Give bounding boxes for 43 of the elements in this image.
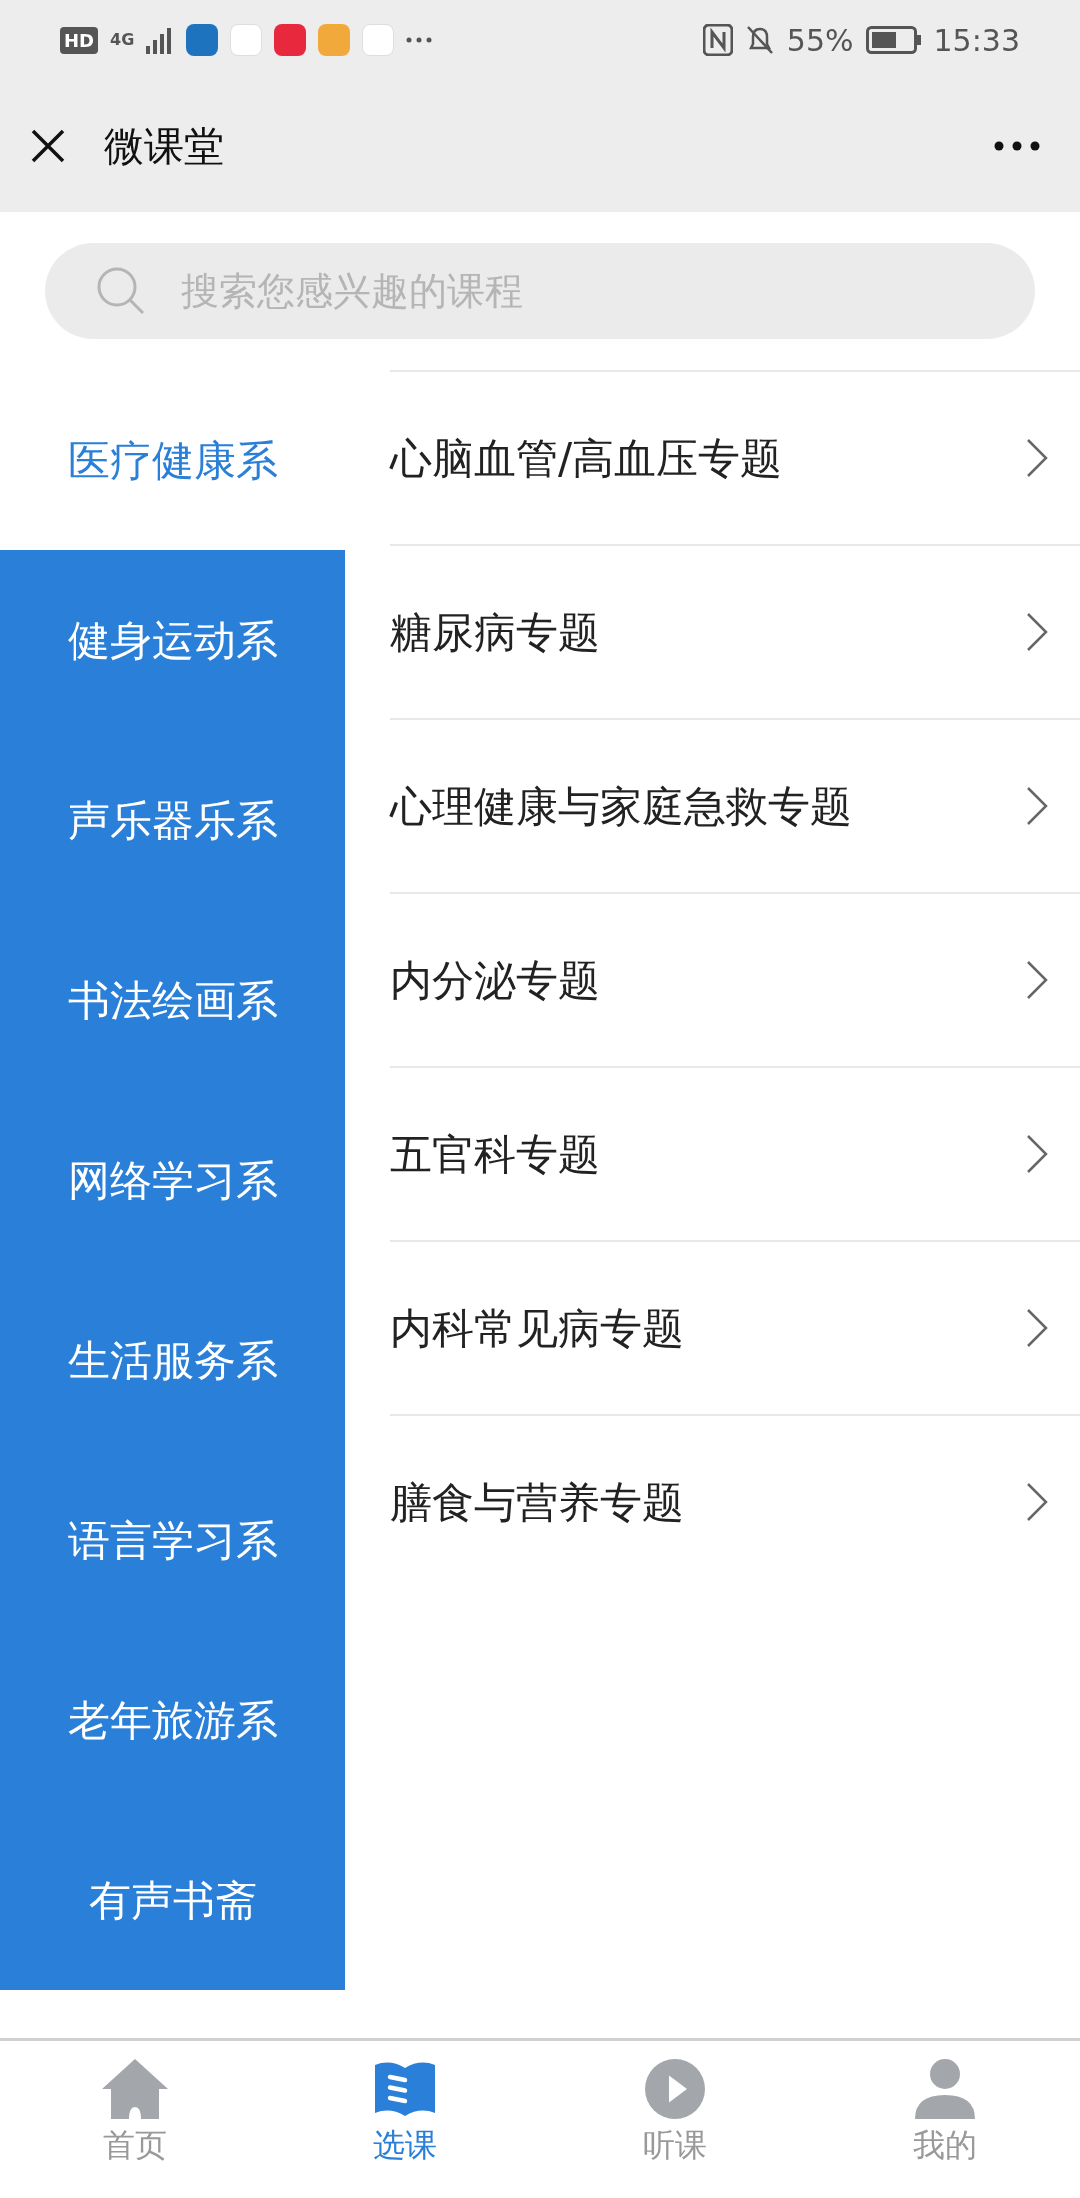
chevron-right-icon bbox=[1026, 1482, 1048, 1522]
chevron-right-icon bbox=[1026, 1134, 1048, 1174]
app-icon bbox=[318, 24, 351, 56]
network-label: 4G bbox=[110, 29, 135, 51]
page-title: 微课堂 bbox=[104, 122, 224, 171]
clock: 15:33 bbox=[933, 21, 1020, 60]
close-icon[interactable] bbox=[30, 128, 66, 164]
chevron-right-icon bbox=[1026, 960, 1048, 1000]
bell-off-icon bbox=[744, 24, 775, 56]
chevron-right-icon bbox=[1026, 612, 1048, 652]
topic-item[interactable]: 膳食与营养专题 bbox=[390, 1414, 1080, 1588]
more-icon bbox=[406, 37, 433, 43]
topic-item[interactable]: 心理健康与家庭急救专题 bbox=[390, 718, 1080, 892]
app-icon bbox=[186, 24, 219, 56]
category-item[interactable]: 语言学习系 bbox=[0, 1450, 345, 1630]
app-icon bbox=[230, 24, 263, 56]
category-item[interactable]: 生活服务系 bbox=[0, 1270, 345, 1450]
tab-bar-item[interactable]: 选课 bbox=[270, 2053, 540, 2198]
battery-icon bbox=[865, 26, 922, 54]
more-icon[interactable] bbox=[994, 141, 1040, 151]
topic-item[interactable]: 糖尿病专题 bbox=[390, 544, 1080, 718]
chevron-right-icon bbox=[1026, 1308, 1048, 1348]
tab-bar-item[interactable]: 听课 bbox=[540, 2053, 810, 2198]
topic-item[interactable]: 内分泌专题 bbox=[390, 892, 1080, 1066]
topic-item[interactable]: 五官科专题 bbox=[390, 1066, 1080, 1240]
category-item[interactable]: 老年旅游系 bbox=[0, 1630, 345, 1810]
hd-label: HD bbox=[60, 26, 98, 54]
topic-item[interactable]: 内科常见病专题 bbox=[390, 1240, 1080, 1414]
search-icon bbox=[95, 265, 147, 317]
chevron-right-icon bbox=[1026, 438, 1048, 478]
chevron-right-icon bbox=[1026, 786, 1048, 826]
category-item[interactable]: 网络学习系 bbox=[0, 1090, 345, 1270]
battery-percent: 55% bbox=[786, 21, 854, 60]
tab-bar-item[interactable]: 我的 bbox=[810, 2053, 1080, 2198]
category-item[interactable]: 书法绘画系 bbox=[0, 910, 345, 1090]
topic-item[interactable]: 心脑血管/高血压专题 bbox=[390, 370, 1080, 544]
category-item[interactable]: 有声书斋 bbox=[0, 1810, 345, 1990]
app-icon bbox=[362, 24, 395, 56]
category-item[interactable]: 声乐器乐系 bbox=[0, 730, 345, 910]
category-item[interactable]: 健身运动系 bbox=[0, 550, 345, 730]
app-icon bbox=[274, 24, 307, 56]
tab-bar-item[interactable]: 首页 bbox=[0, 2053, 270, 2198]
nfc-icon bbox=[702, 24, 733, 56]
